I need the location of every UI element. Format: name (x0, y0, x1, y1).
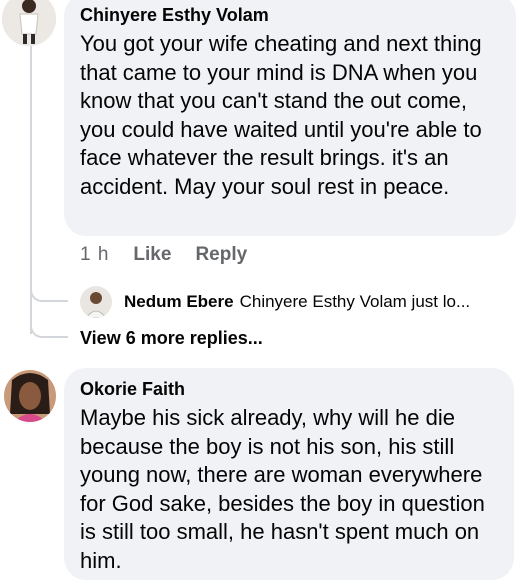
profile-photo-icon (2, 0, 56, 46)
profile-photo-icon (80, 286, 112, 318)
comment-actions: 1 h Like Reply (80, 244, 271, 266)
reply-preview[interactable]: Nedum Ebere Chinyere Esthy Volam just lo… (80, 286, 470, 318)
comment-timestamp[interactable]: 1 h (80, 244, 109, 266)
avatar[interactable] (4, 370, 56, 422)
more-replies-branch-connector (30, 322, 68, 338)
like-button[interactable]: Like (133, 244, 171, 266)
reply-branch-connector (30, 286, 68, 302)
reply-author[interactable]: Nedum Ebere (124, 292, 234, 312)
comment-text: Maybe his sick already, why will he die … (80, 405, 485, 573)
avatar[interactable] (2, 0, 56, 46)
comment-text: You got your wife cheating and next thin… (80, 31, 482, 199)
comment-author[interactable]: Okorie Faith (80, 378, 498, 400)
reply-button[interactable]: Reply (195, 244, 247, 266)
view-more-replies-link[interactable]: View 6 more replies... (80, 328, 263, 349)
profile-photo-icon (4, 370, 56, 422)
comment-bubble: Chinyere Esthy Volam You got your wife c… (64, 0, 516, 236)
reply-snippet: Chinyere Esthy Volam just lo... (239, 292, 471, 311)
comment-author[interactable]: Chinyere Esthy Volam (80, 4, 500, 26)
comment-bubble: Okorie Faith Maybe his sick already, why… (64, 368, 514, 580)
reply-avatar[interactable] (80, 286, 112, 318)
